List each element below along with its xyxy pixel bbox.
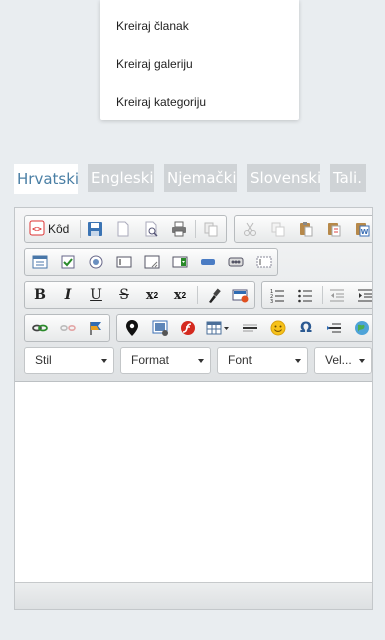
form-icon[interactable]	[29, 252, 51, 272]
paste-word-icon[interactable]: W	[351, 219, 372, 239]
italic-button[interactable]: I	[57, 285, 79, 305]
chevron-down-icon	[359, 359, 365, 363]
table-icon[interactable]	[205, 318, 233, 338]
outdent-icon[interactable]	[326, 285, 348, 305]
size-combo[interactable]: Vel...	[314, 347, 372, 374]
strikethrough-button[interactable]: S	[113, 285, 135, 305]
font-combo-label: Font	[228, 353, 253, 367]
editor-content-area[interactable]	[15, 383, 372, 582]
checkbox-icon[interactable]	[57, 252, 79, 272]
source-code-icon: <>	[29, 220, 45, 239]
textarea-icon[interactable]	[141, 252, 163, 272]
subscript-button[interactable]: x2	[141, 285, 163, 305]
anchor-flag-icon[interactable]	[85, 318, 107, 338]
toolbar-group-document: <> Kôd	[24, 215, 227, 243]
paste-text-icon[interactable]	[323, 219, 345, 239]
tab-slovenski[interactable]: Slovenski	[247, 164, 321, 192]
unlink-icon[interactable]	[57, 318, 79, 338]
chevron-down-icon	[101, 359, 107, 363]
source-button-label: Kôd	[48, 222, 70, 236]
remove-format-icon[interactable]	[203, 285, 225, 305]
style-combo-label: Stil	[35, 353, 52, 367]
smiley-icon[interactable]	[267, 318, 289, 338]
format-combo[interactable]: Format	[120, 347, 211, 374]
svg-text:W: W	[361, 228, 369, 236]
paste-icon[interactable]	[295, 219, 317, 239]
toolbar-group-insert: Ω	[116, 314, 372, 342]
new-page-icon[interactable]	[112, 219, 134, 239]
save-icon[interactable]	[84, 219, 106, 239]
toolbar-group-clipboard: W	[234, 215, 372, 243]
bold-button[interactable]: B	[29, 285, 51, 305]
source-button[interactable]: <> Kôd	[29, 219, 69, 239]
cut-icon[interactable]	[239, 219, 261, 239]
toolbar-group-forms	[24, 248, 278, 276]
select-field-icon[interactable]	[169, 252, 191, 272]
templates-icon[interactable]	[200, 219, 222, 239]
text-field-icon[interactable]	[113, 252, 135, 272]
toolbar-group-basicstyles: B I U S x2 x2	[24, 281, 255, 309]
tab-talijanski[interactable]: Tali.	[330, 164, 366, 192]
print-icon[interactable]	[168, 219, 190, 239]
menu-item-create-article[interactable]: Kreiraj članak	[116, 19, 189, 33]
radio-icon[interactable]	[85, 252, 107, 272]
rich-text-editor: <> Kôd W B I U S x 2 x 2 1 2 3 Ω Stil Fo…	[14, 207, 373, 610]
special-char-button[interactable]: Ω	[295, 318, 317, 338]
create-dropdown-menu: Kreiraj članak Kreiraj galeriju Kreiraj …	[100, 0, 299, 120]
button-field-icon[interactable]	[197, 252, 219, 272]
tab-engleski[interactable]: Engleski	[88, 164, 154, 192]
tab-njemacki[interactable]: Njemački	[164, 164, 237, 192]
underline-button[interactable]: U	[85, 285, 107, 305]
style-combo[interactable]: Stil	[24, 347, 114, 374]
toolbar-group-lists: 123	[261, 281, 372, 309]
chevron-down-icon	[295, 359, 301, 363]
image-button-icon[interactable]	[225, 252, 247, 272]
toolbar-group-links	[24, 314, 110, 342]
svg-text:<>: <>	[32, 224, 42, 233]
link-icon[interactable]	[29, 318, 51, 338]
bulleted-list-icon[interactable]	[294, 285, 316, 305]
font-combo[interactable]: Font	[217, 347, 308, 374]
editor-toolbar: <> Kôd W B I U S x 2 x 2 1 2 3 Ω Stil Fo…	[15, 208, 372, 382]
language-tabs: Hrvatski Engleski Njemački Slovenski Tal…	[14, 164, 385, 194]
numbered-list-icon[interactable]: 123	[266, 285, 288, 305]
menu-item-create-category[interactable]: Kreiraj kategoriju	[116, 95, 206, 109]
menu-item-create-gallery[interactable]: Kreiraj galeriju	[116, 57, 193, 71]
svg-text:3: 3	[270, 299, 273, 303]
editor-status-bar	[15, 582, 372, 609]
format-combo-label: Format	[131, 353, 170, 367]
chevron-down-icon	[198, 359, 204, 363]
horizontal-rule-icon[interactable]	[239, 318, 261, 338]
copy-icon[interactable]	[267, 219, 289, 239]
indent-icon[interactable]	[354, 285, 372, 305]
iframe-globe-icon[interactable]	[351, 318, 372, 338]
image-icon[interactable]	[149, 318, 171, 338]
size-combo-label: Vel...	[325, 353, 352, 367]
tab-hrvatski[interactable]: Hrvatski	[14, 164, 79, 194]
page-break-icon[interactable]	[323, 318, 345, 338]
hidden-field-icon[interactable]	[253, 252, 275, 272]
map-marker-icon[interactable]	[121, 318, 143, 338]
copy-formatting-icon[interactable]	[230, 285, 252, 305]
preview-icon[interactable]	[140, 219, 162, 239]
superscript-button[interactable]: x2	[169, 285, 191, 305]
flash-icon[interactable]	[177, 318, 199, 338]
